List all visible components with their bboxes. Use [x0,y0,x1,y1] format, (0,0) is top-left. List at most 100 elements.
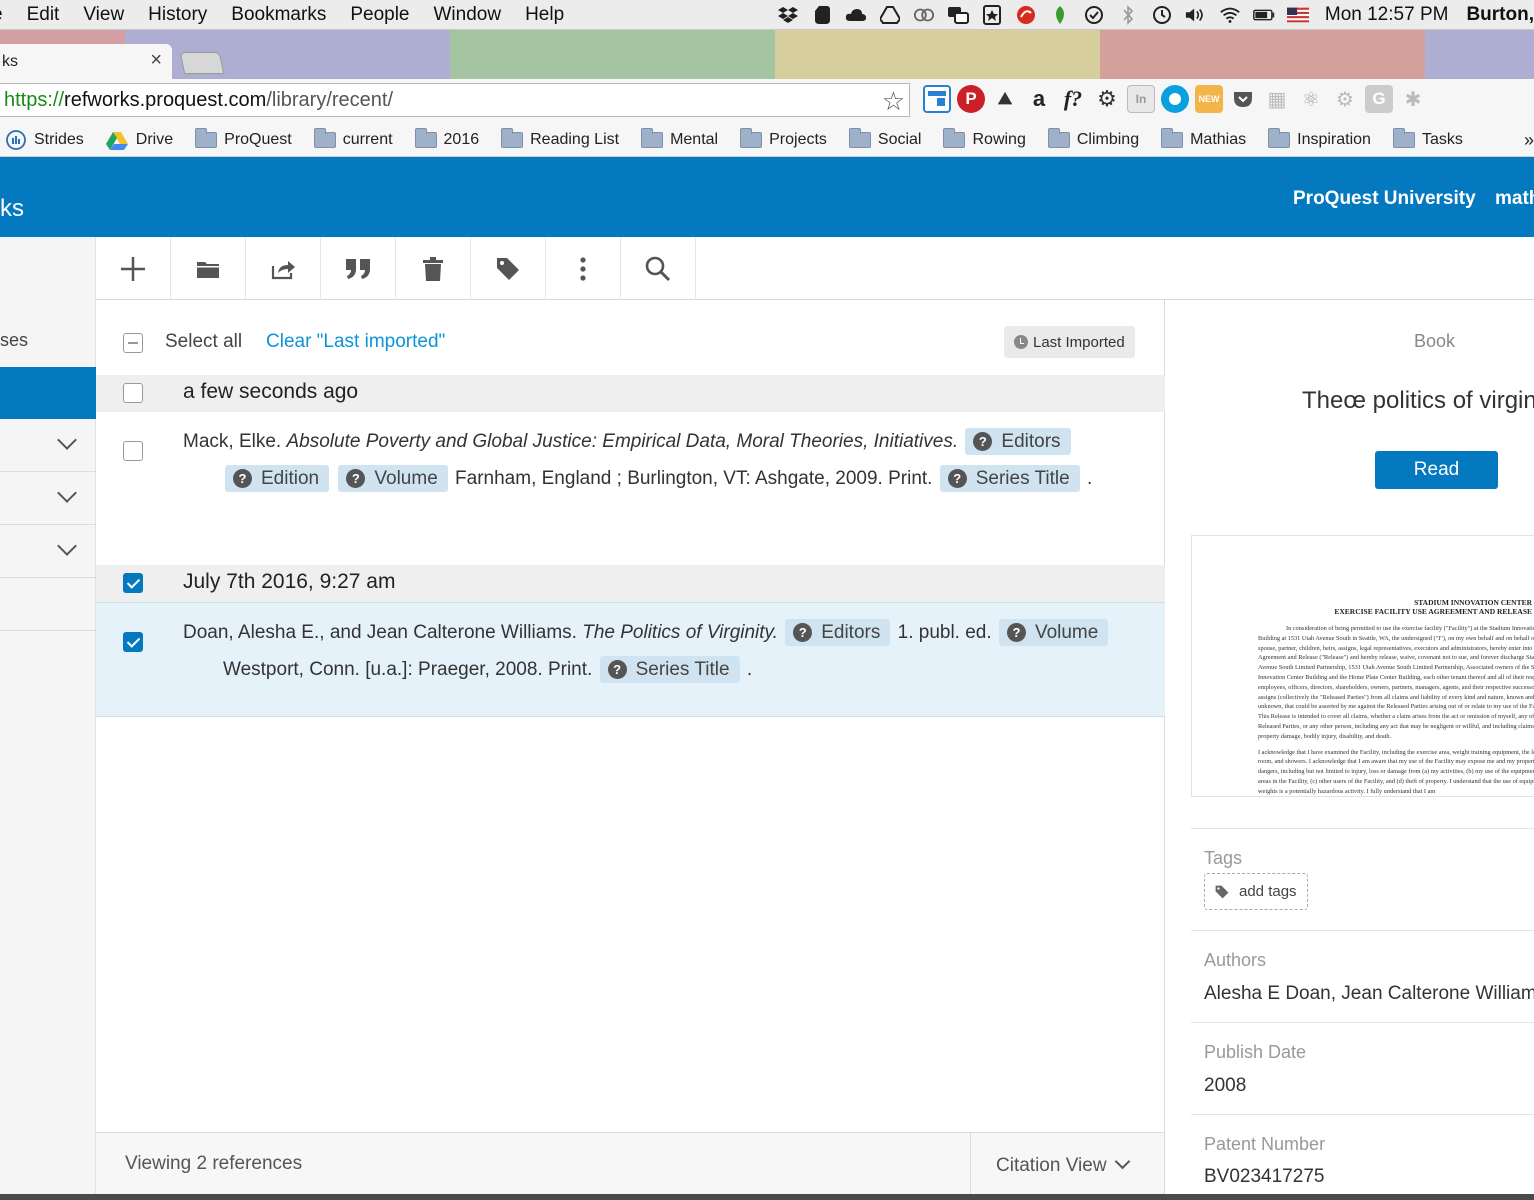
evernote-icon[interactable] [811,4,833,26]
attachment-preview[interactable]: STADIUM INNOVATION CENTER EXERCISE FACIL… [1191,535,1534,797]
grid-ext-icon[interactable]: ▦ [1263,85,1291,113]
group-checkbox[interactable] [123,383,143,403]
window-ext-icon[interactable] [923,85,951,113]
missing-field-pill[interactable]: ? Volume [998,619,1109,647]
bookmark-social[interactable]: Social [848,128,921,149]
menu-history[interactable]: History [136,4,219,26]
sidebar-section[interactable] [0,525,96,578]
bookmark-strides[interactable]: Strides [6,130,84,150]
reference-checkbox[interactable] [123,632,143,652]
pocket-icon[interactable] [1229,85,1257,113]
leaf-icon[interactable] [1049,4,1071,26]
missing-field-pill[interactable]: ? Editors [965,428,1071,456]
sidebar-item-active[interactable] [0,367,96,419]
bookmark-inspiration[interactable]: Inspiration [1268,128,1371,149]
add-to-folder-button[interactable] [171,237,246,300]
bookmark-reading-list[interactable]: Reading List [501,128,619,149]
tag-button[interactable] [471,237,546,300]
reference-row[interactable]: Mack, Elke. Absolute Poverty and Global … [96,412,1165,565]
bookmark-proquest[interactable]: ProQuest [195,128,292,149]
tab-refworks[interactable]: ks × [0,44,172,79]
sidebar-section[interactable] [0,472,96,525]
bookmark-projects[interactable]: Projects [740,128,827,149]
react-icon[interactable]: ⚛ [1297,85,1325,113]
google-drive-icon[interactable] [879,4,901,26]
select-all-checkbox[interactable] [123,333,143,353]
sidebar-item-label[interactable]: ses [0,330,28,351]
missing-field-pill[interactable]: ? Edition [225,465,330,493]
new-ext-icon[interactable]: NEW [1195,85,1223,113]
bookmark-climbing[interactable]: Climbing [1047,128,1139,149]
function-ext-icon[interactable]: f? [1059,85,1087,113]
chevron-down-icon[interactable] [58,433,78,453]
menu-view[interactable]: View [71,4,136,26]
new-tab-button[interactable] [179,52,225,74]
menu-window[interactable]: Window [422,4,514,26]
bookmark-star-icon[interactable]: ☆ [882,86,905,117]
view-mode-dropdown[interactable]: Citation View [970,1133,1165,1195]
menu-file-partial[interactable]: e [0,4,15,26]
tab-close-icon[interactable]: × [150,49,162,72]
menubar-user[interactable]: Burton, [1466,4,1534,26]
bookmark-rowing[interactable]: Rowing [943,128,1026,149]
share-button[interactable] [246,237,321,300]
bookmark-mental[interactable]: Mental [641,128,718,149]
settings-ext-icon[interactable]: ⚙ [1331,85,1359,113]
bookmark-star-icon[interactable] [981,4,1003,26]
menu-help[interactable]: Help [513,4,576,26]
app-logo-text[interactable]: ks [0,195,24,223]
chevron-down-icon[interactable] [58,539,78,559]
menu-edit[interactable]: Edit [15,4,72,26]
us-flag-icon[interactable] [1286,4,1309,26]
institution-name[interactable]: ProQuest University [1293,188,1476,210]
search-button[interactable] [621,237,696,300]
more-options-button[interactable] [546,237,621,300]
time-machine-icon[interactable] [1151,4,1173,26]
bookmark-2016[interactable]: 2016 [414,128,479,149]
missing-field-pill[interactable]: ? Volume [338,465,448,493]
puzzle-ext-icon[interactable]: ✱ [1399,85,1427,113]
clear-filter-link[interactable]: Clear "Last imported" [266,331,445,353]
bookmark-drive[interactable]: Drive [105,131,173,150]
select-all-label[interactable]: Select all [165,331,242,353]
missing-field-pill[interactable]: ? Series Title [599,656,740,684]
address-bar[interactable]: https://refworks.proquest.com/library/re… [0,83,910,117]
menu-bookmarks[interactable]: Bookmarks [219,4,338,26]
add-reference-button[interactable] [96,237,171,300]
missing-field-pill[interactable]: ? Editors [785,619,891,647]
reference-checkbox[interactable] [123,441,143,461]
creative-cloud-icon[interactable] [913,4,935,26]
group-checkbox[interactable] [123,573,143,593]
sort-badge[interactable]: Last Imported [1004,326,1135,358]
gear-icon[interactable]: ⚙ [1093,85,1121,113]
menubar-clock[interactable]: Mon 12:57 PM [1325,4,1449,26]
read-button[interactable]: Read [1375,451,1498,489]
circle-ext-icon[interactable] [1161,85,1189,113]
sidebar-section[interactable] [0,578,96,631]
hat-ext-icon[interactable]: ⛰ [991,85,1019,113]
wifi-icon[interactable] [1219,4,1241,26]
pinterest-icon[interactable]: P [957,85,985,113]
messages-icon[interactable] [947,4,969,26]
bluetooth-icon[interactable] [1117,4,1139,26]
volume-icon[interactable] [1185,4,1207,26]
user-menu[interactable]: math [1495,188,1534,210]
add-tags-button[interactable]: add tags [1204,873,1308,910]
dropbox-icon[interactable] [777,4,799,26]
chevron-down-icon[interactable] [58,486,78,506]
cite-button[interactable] [321,237,396,300]
red-app-icon[interactable] [1015,4,1037,26]
cloud-icon[interactable] [845,4,867,26]
linkedin-ext-icon[interactable]: In [1127,85,1155,113]
delete-button[interactable] [396,237,471,300]
menu-people[interactable]: People [338,4,421,26]
bookmark-tasks[interactable]: Tasks [1392,128,1463,149]
bookmarks-overflow-button[interactable]: » [1524,130,1534,151]
reference-row[interactable]: Doan, Alesha E., and Jean Calterone Will… [96,602,1165,717]
missing-field-pill[interactable]: ? Series Title [939,465,1080,493]
checkmark-circle-icon[interactable] [1083,4,1105,26]
sidebar-section[interactable] [0,419,96,472]
amazon-icon[interactable]: a [1025,85,1053,113]
bookmark-mathias[interactable]: Mathias [1161,128,1246,149]
bookmark-current[interactable]: current [313,128,393,149]
